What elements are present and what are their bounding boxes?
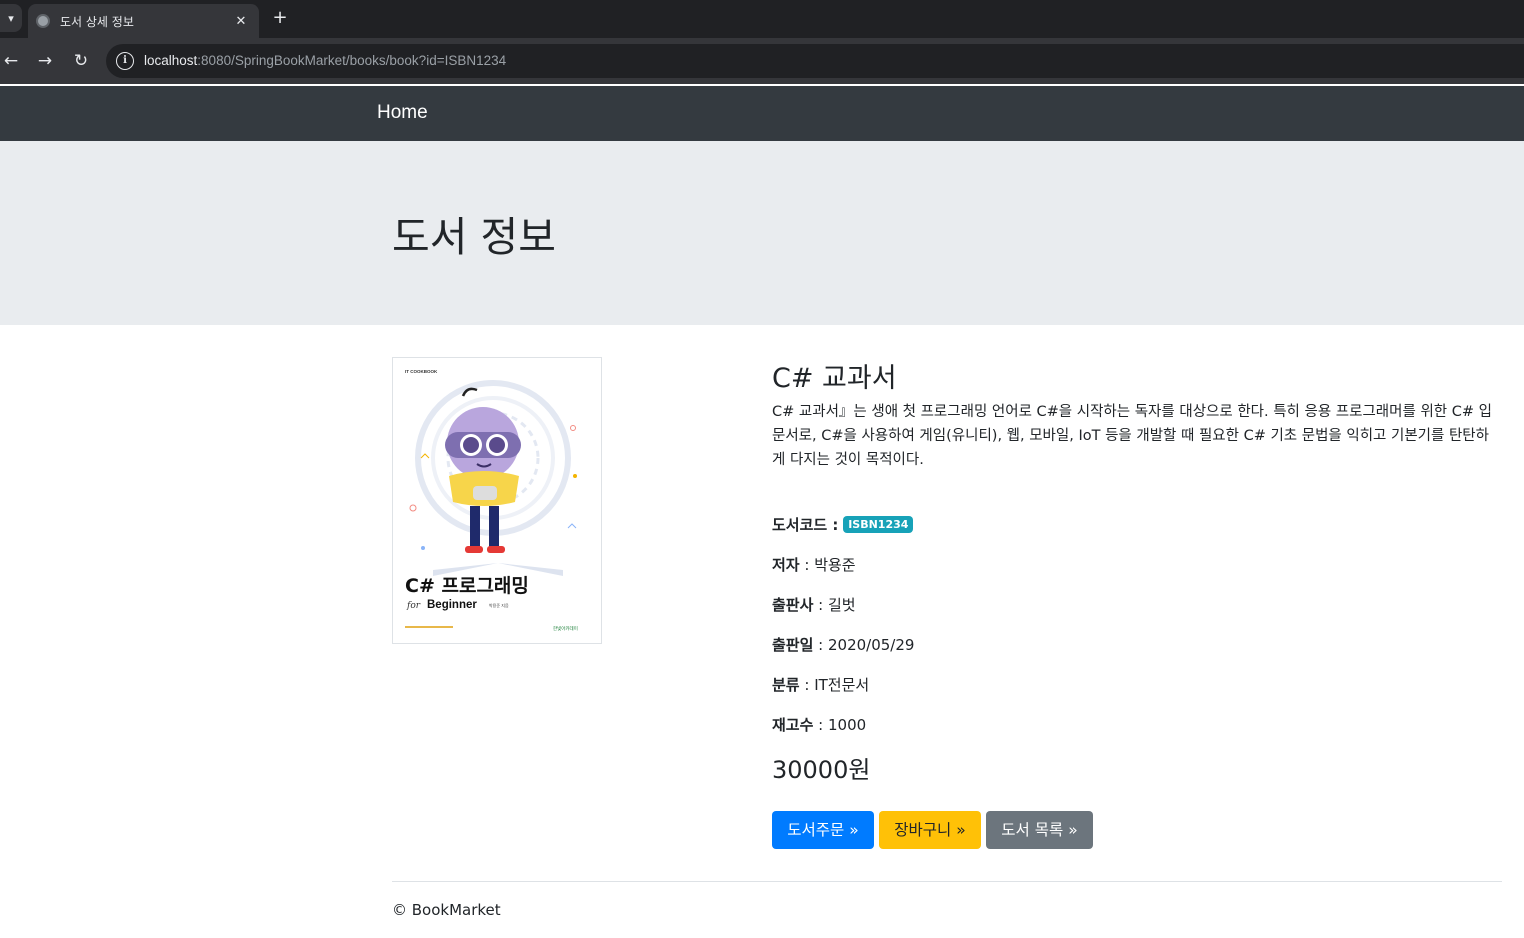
cover-title: C# 프로그래밍: [405, 575, 529, 597]
cover-imprint: 한빛아카데미: [553, 625, 578, 632]
cover-series: IT COOKBOOK: [405, 369, 438, 374]
forward-arrow-icon[interactable]: →: [34, 50, 56, 72]
browser-tab[interactable]: 도서 상세 정보 ✕: [28, 4, 259, 38]
url-host: localhost: [144, 53, 198, 68]
tab-title: 도서 상세 정보: [60, 14, 134, 29]
stock-label: 재고수: [772, 716, 814, 734]
browser-toolbar: ← → ↻ i localhost:8080/SpringBookMarket/…: [0, 38, 1524, 84]
book-code-label: 도서코드 :: [772, 516, 839, 534]
book-cover-image: IT COOKBOOK C# 프로그래밍 for Beginner 박용준 지음…: [392, 357, 602, 644]
book-list-button[interactable]: 도서 목록 »: [986, 811, 1093, 849]
release-date-label: 출판일: [772, 636, 814, 654]
cover-beginner: Beginner: [427, 599, 477, 611]
new-tab-button[interactable]: +: [270, 8, 290, 28]
stock-value: : 1000: [813, 716, 867, 734]
book-price: 30000원: [772, 756, 871, 784]
publisher-value: : 길벗: [813, 596, 856, 614]
author-value: : 박용준: [799, 556, 856, 574]
cover-author: 박용준 지음: [489, 602, 509, 608]
globe-icon: [36, 14, 50, 28]
back-arrow-icon[interactable]: ←: [0, 50, 22, 72]
close-tab-icon[interactable]: ✕: [233, 14, 249, 29]
navbar: Home: [0, 86, 1524, 141]
author-row: 저자 : 박용준: [772, 554, 856, 575]
book-description: C# 교과서』는 생애 첫 프로그래밍 언어로 C#을 시작하는 독자를 대상으…: [772, 404, 1492, 468]
url-text[interactable]: localhost:8080/SpringBookMarket/books/bo…: [144, 53, 506, 68]
order-book-button[interactable]: 도서주문 »: [772, 811, 874, 849]
footer-divider: [392, 881, 1502, 882]
browser-tab-bar: ▾ 도서 상세 정보 ✕ +: [0, 0, 1524, 38]
publisher-row: 출판사 : 길벗: [772, 594, 856, 615]
category-label: 분류: [772, 676, 800, 694]
home-link[interactable]: Home: [377, 102, 428, 124]
page-title: 도서 정보: [392, 213, 556, 261]
reload-icon[interactable]: ↻: [70, 50, 92, 72]
address-bar[interactable]: i localhost:8080/SpringBookMarket/books/…: [106, 44, 1524, 78]
book-code-badge: ISBN1234: [843, 516, 914, 533]
book-code-row: 도서코드 : ISBN1234: [772, 514, 914, 535]
site-info-icon[interactable]: i: [116, 52, 134, 70]
cover-for: for: [406, 601, 421, 611]
book-name: C# 교과서: [772, 363, 897, 394]
release-date-row: 출판일 : 2020/05/29: [772, 634, 914, 655]
category-row: 분류 : IT전문서: [772, 674, 869, 695]
stock-row: 재고수 : 1000: [772, 714, 866, 735]
author-label: 저자: [772, 556, 800, 574]
footer-copyright: © BookMarket: [392, 901, 501, 919]
book-cover-illustration: IT COOKBOOK C# 프로그래밍 for Beginner 박용준 지음…: [393, 358, 601, 643]
tab-search-icon[interactable]: ▾: [0, 4, 22, 32]
add-to-cart-button[interactable]: 장바구니 »: [879, 811, 981, 849]
publisher-label: 출판사: [772, 596, 814, 614]
release-date-value: : 2020/05/29: [813, 636, 915, 654]
jumbotron: 도서 정보: [0, 141, 1524, 325]
category-value: : IT전문서: [799, 676, 870, 694]
url-path: :8080/SpringBookMarket/books/book?id=ISB…: [197, 53, 507, 68]
